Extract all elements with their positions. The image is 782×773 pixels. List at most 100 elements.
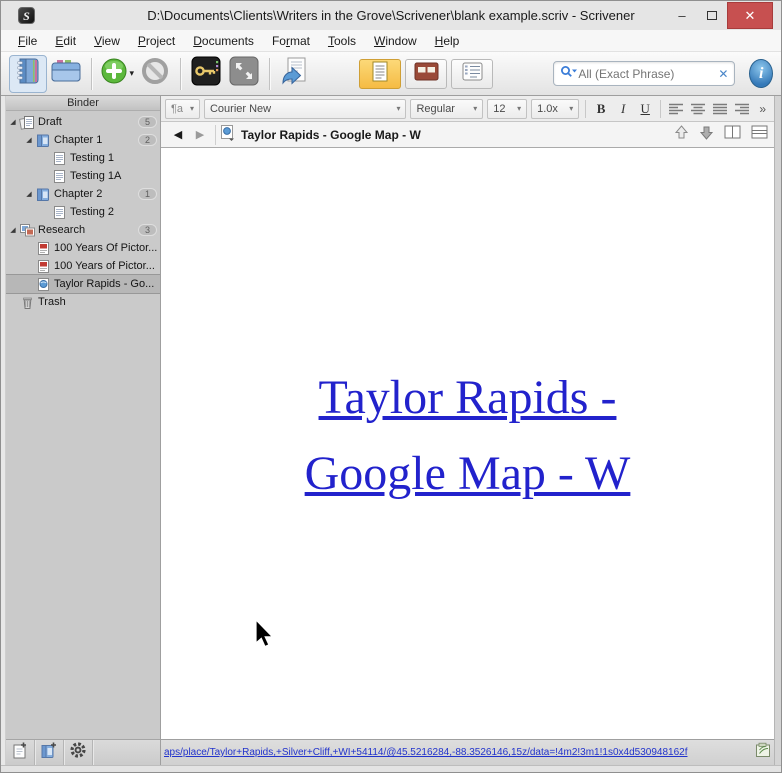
search-clear-icon[interactable]: ✕ — [714, 67, 728, 81]
font-style: Regular — [416, 102, 455, 115]
binder-item-draft[interactable]: ◢ Draft 5 — [6, 113, 160, 131]
binder-item-taylor-rapids-go[interactable]: Taylor Rapids - Go... — [6, 274, 160, 294]
binder-toggle-button[interactable] — [9, 54, 47, 93]
add-item-button[interactable]: ▾ — [98, 55, 136, 93]
binder-item-research[interactable]: ◢ Research 3 — [6, 221, 160, 239]
align-justify-icon — [713, 103, 728, 115]
font-name: Courier New — [209, 102, 272, 115]
pdf-doc-icon — [34, 241, 52, 256]
binder-item-label: Chapter 2 — [54, 188, 103, 200]
menu-help[interactable]: Help — [426, 34, 469, 48]
view-mode-corkboard-button[interactable] — [405, 58, 448, 89]
search-icon[interactable] — [560, 65, 578, 83]
folder-icon — [49, 57, 83, 90]
preset-dropdown[interactable]: ¶a ▾ — [165, 98, 200, 119]
document-count-badge: 2 — [137, 134, 157, 146]
format-separator — [585, 99, 587, 118]
split-vertical-button[interactable] — [724, 125, 741, 144]
align-center-button[interactable] — [689, 99, 707, 119]
minimize-button[interactable]: – — [667, 1, 697, 30]
toolbar-separator — [91, 57, 92, 90]
document-count-badge: 1 — [137, 188, 157, 200]
align-justify-button[interactable] — [711, 99, 729, 119]
editor-header-controls — [674, 124, 768, 146]
draft-stack-icon — [18, 115, 36, 130]
webpage-clipboard-icon[interactable] — [755, 742, 771, 763]
binder-item-chapter-1[interactable]: ◢ Chapter 1 2 — [6, 131, 160, 149]
add-dropdown-caret-icon[interactable]: ▾ — [130, 68, 135, 79]
split-horizontal-button[interactable] — [751, 125, 768, 144]
add-document-button[interactable] — [6, 740, 35, 765]
project-search-field[interactable]: ✕ — [553, 61, 736, 86]
mouse-cursor — [253, 618, 277, 656]
document-hyperlink[interactable]: Taylor Rapids - Google Map - W — [161, 360, 774, 512]
binder-item-testing-1[interactable]: Testing 1 — [6, 149, 160, 167]
binder-item-100-years-of-pictor[interactable]: 100 Years of Pictor... — [6, 257, 160, 275]
binder-item-100-years-of-pictor[interactable]: 100 Years Of Pictor... — [6, 239, 160, 257]
font-size-dropdown[interactable]: 12 ▾ — [487, 98, 528, 119]
expand-triangle-icon[interactable]: ◢ — [24, 136, 34, 144]
quick-reference-button[interactable] — [275, 55, 313, 93]
align-center-icon — [691, 103, 706, 115]
no-entry-icon — [141, 57, 169, 90]
document-globe-icon[interactable] — [220, 124, 235, 146]
menu-file[interactable]: File — [9, 34, 46, 48]
align-left-icon — [669, 103, 684, 115]
expand-triangle-icon[interactable]: ◢ — [8, 118, 18, 126]
close-button[interactable]: ✕ — [727, 2, 773, 29]
hyperlink-text-line[interactable]: Google Map - W — [161, 436, 774, 512]
settings-gear-button[interactable] — [64, 740, 93, 765]
binder-item-testing-1a[interactable]: Testing 1A — [6, 167, 160, 185]
status-bar-link[interactable]: aps/place/Taylor+Rapids,+Silver+Cliff,+W… — [164, 747, 752, 758]
next-document-button[interactable] — [699, 124, 714, 146]
text-doc-icon — [50, 151, 68, 166]
delete-button[interactable] — [136, 55, 174, 93]
italic-button[interactable]: I — [614, 99, 632, 119]
view-mode-outliner-button[interactable] — [451, 58, 494, 89]
maximize-button[interactable] — [697, 1, 727, 30]
previous-document-button[interactable] — [674, 124, 689, 146]
menu-project[interactable]: Project — [129, 34, 184, 48]
binder-item-label: Trash — [38, 296, 66, 308]
gear-icon — [69, 741, 87, 764]
menu-view[interactable]: View — [85, 34, 129, 48]
editor-document-title: Taylor Rapids - Google Map - W — [241, 127, 421, 142]
underline-button[interactable]: U — [636, 99, 654, 119]
inspector-button[interactable]: i — [749, 59, 773, 88]
chevron-down-icon: ▾ — [517, 104, 522, 113]
view-mode-document-button[interactable] — [359, 58, 402, 89]
menu-format[interactable]: Format — [263, 34, 319, 48]
format-overflow-button[interactable]: » — [755, 102, 770, 116]
binder-item-chapter-2[interactable]: ◢ Chapter 2 1 — [6, 185, 160, 203]
forward-button[interactable]: ▶ — [189, 128, 211, 141]
align-right-button[interactable] — [733, 99, 751, 119]
expand-triangle-icon[interactable]: ◢ — [8, 226, 18, 234]
bold-button[interactable]: B — [592, 99, 610, 119]
search-input[interactable] — [578, 66, 715, 81]
chevron-down-icon: ▾ — [473, 104, 478, 113]
align-left-button[interactable] — [667, 99, 685, 119]
expand-triangle-icon[interactable]: ◢ — [24, 190, 34, 198]
chevron-down-icon: ▾ — [396, 104, 401, 113]
menu-tools[interactable]: Tools — [319, 34, 365, 48]
compose-mode-button[interactable] — [225, 55, 263, 93]
text-doc-icon — [50, 205, 68, 220]
binder-item-trash[interactable]: Trash — [6, 293, 160, 311]
keywords-button[interactable] — [187, 55, 225, 93]
trash-icon — [18, 295, 36, 310]
font-dropdown[interactable]: Courier New ▾ — [203, 98, 407, 119]
menu-documents[interactable]: Documents — [184, 34, 263, 48]
text-doc-icon — [50, 169, 68, 184]
hyperlink-text-line[interactable]: Taylor Rapids - — [161, 360, 774, 436]
document-count-badge: 3 — [137, 224, 157, 236]
binder-item-testing-2[interactable]: Testing 2 — [6, 203, 160, 221]
menu-window[interactable]: Window — [365, 34, 426, 48]
add-folder-button[interactable] — [35, 740, 64, 765]
collections-button[interactable] — [47, 55, 85, 93]
font-style-dropdown[interactable]: Regular ▾ — [410, 98, 484, 119]
main-area: Binder ◢ Draft 5 ◢ Chapter 1 2 Testing 1 Testin… — [1, 96, 781, 765]
menu-edit[interactable]: Edit — [46, 34, 85, 48]
editor-header: ◀ ▶ Taylor Rapids - Google Map - W — [161, 122, 774, 148]
back-button[interactable]: ◀ — [167, 128, 189, 141]
line-spacing-dropdown[interactable]: 1.0x ▾ — [531, 98, 580, 119]
